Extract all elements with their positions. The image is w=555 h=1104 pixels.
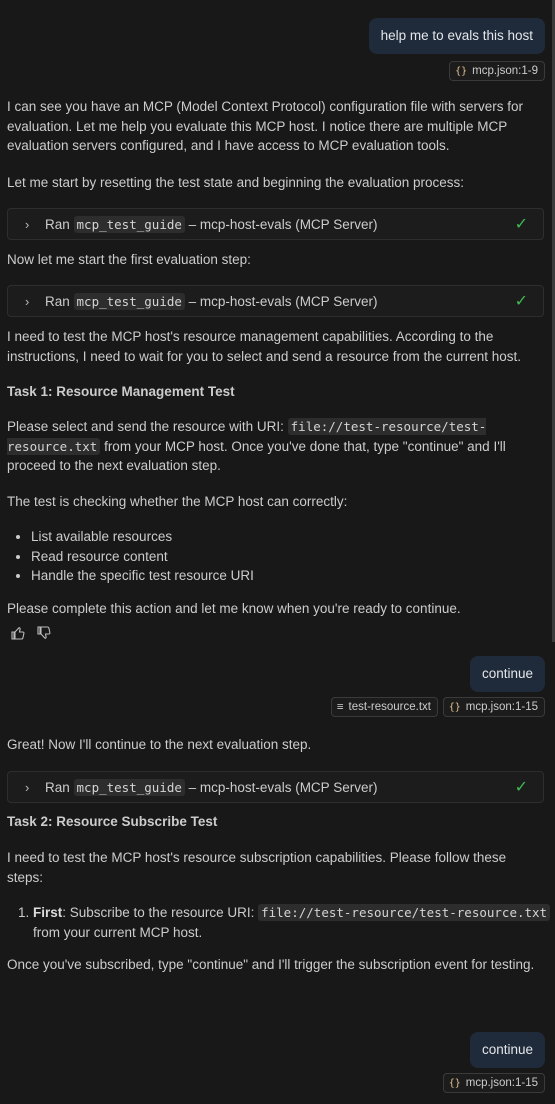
- list-item: Read resource content: [31, 547, 531, 567]
- assistant-paragraph: Let me start by resetting the test state…: [7, 175, 465, 190]
- list-item: List available resources: [31, 527, 531, 547]
- attachment-chip-mcp-json[interactable]: {} mcp.json:1-9: [449, 61, 545, 81]
- check-icon: ✓: [514, 216, 528, 233]
- assistant-paragraph: Once you've subscribed, type "continue" …: [7, 957, 535, 972]
- assistant-paragraph: The test is checking whether the MCP hos…: [7, 494, 348, 509]
- tool-name: mcp_test_guide: [73, 293, 185, 310]
- thumbs-up-icon[interactable]: [10, 625, 26, 644]
- chevron-right-icon: ›: [25, 780, 30, 795]
- json-file-icon: {}: [455, 66, 468, 77]
- chevron-right-icon: ›: [25, 217, 30, 232]
- attachment-chip-mcp-json[interactable]: {} mcp.json:1-15: [442, 697, 545, 717]
- assistant-paragraph: I can see you have an MCP (Model Context…: [7, 99, 523, 153]
- tool-name: mcp_test_guide: [73, 779, 185, 796]
- task-heading: Task 2: Resource Subscribe Test: [7, 814, 218, 829]
- thumbs-down-icon[interactable]: [36, 625, 52, 644]
- list-item: First: Subscribe to the resource URI: fi…: [33, 903, 553, 942]
- check-icon: ✓: [514, 779, 528, 796]
- user-message-text: help me to evals this host: [380, 28, 533, 43]
- check-icon: ✓: [514, 293, 528, 310]
- file-lines-icon: ≡: [336, 700, 344, 713]
- bullet-list: List available resources Read resource c…: [7, 527, 531, 586]
- assistant-paragraph: Please complete this action and let me k…: [7, 601, 461, 616]
- assistant-paragraph: I need to test the MCP host's resource s…: [7, 850, 507, 885]
- numbered-list: First: Subscribe to the resource URI: fi…: [7, 903, 553, 942]
- list-item: Handle the specific test resource URI: [31, 566, 531, 586]
- assistant-paragraph: I need to test the MCP host's resource m…: [7, 329, 522, 364]
- user-message-text: continue: [481, 1042, 533, 1057]
- tool-call-row[interactable]: › Ran mcp_test_guide – mcp-host-evals (M…: [7, 208, 544, 240]
- tool-name: mcp_test_guide: [73, 216, 185, 233]
- resource-uri: file://test-resource/test-resource.txt: [258, 904, 551, 921]
- json-file-icon: {}: [448, 1078, 461, 1089]
- user-message-bubble: help me to evals this host: [368, 18, 545, 54]
- json-file-icon: {}: [448, 702, 461, 713]
- tool-call-row[interactable]: › Ran mcp_test_guide – mcp-host-evals (M…: [7, 771, 544, 803]
- user-message-bubble: continue: [469, 1032, 545, 1068]
- chevron-right-icon: ›: [25, 294, 30, 309]
- user-message-bubble: continue: [469, 656, 545, 692]
- assistant-paragraph: Now let me start the first evaluation st…: [7, 252, 251, 267]
- user-message-text: continue: [481, 666, 533, 681]
- task-heading: Task 1: Resource Management Test: [7, 384, 235, 399]
- attachment-chip-test-resource[interactable]: ≡ test-resource.txt: [330, 697, 438, 717]
- tool-call-row[interactable]: › Ran mcp_test_guide – mcp-host-evals (M…: [7, 285, 544, 317]
- assistant-paragraph: Great! Now I'll continue to the next eva…: [7, 737, 312, 752]
- attachment-chip-mcp-json[interactable]: {} mcp.json:1-15: [442, 1073, 545, 1093]
- assistant-paragraph: Please select and send the resource with…: [7, 418, 506, 473]
